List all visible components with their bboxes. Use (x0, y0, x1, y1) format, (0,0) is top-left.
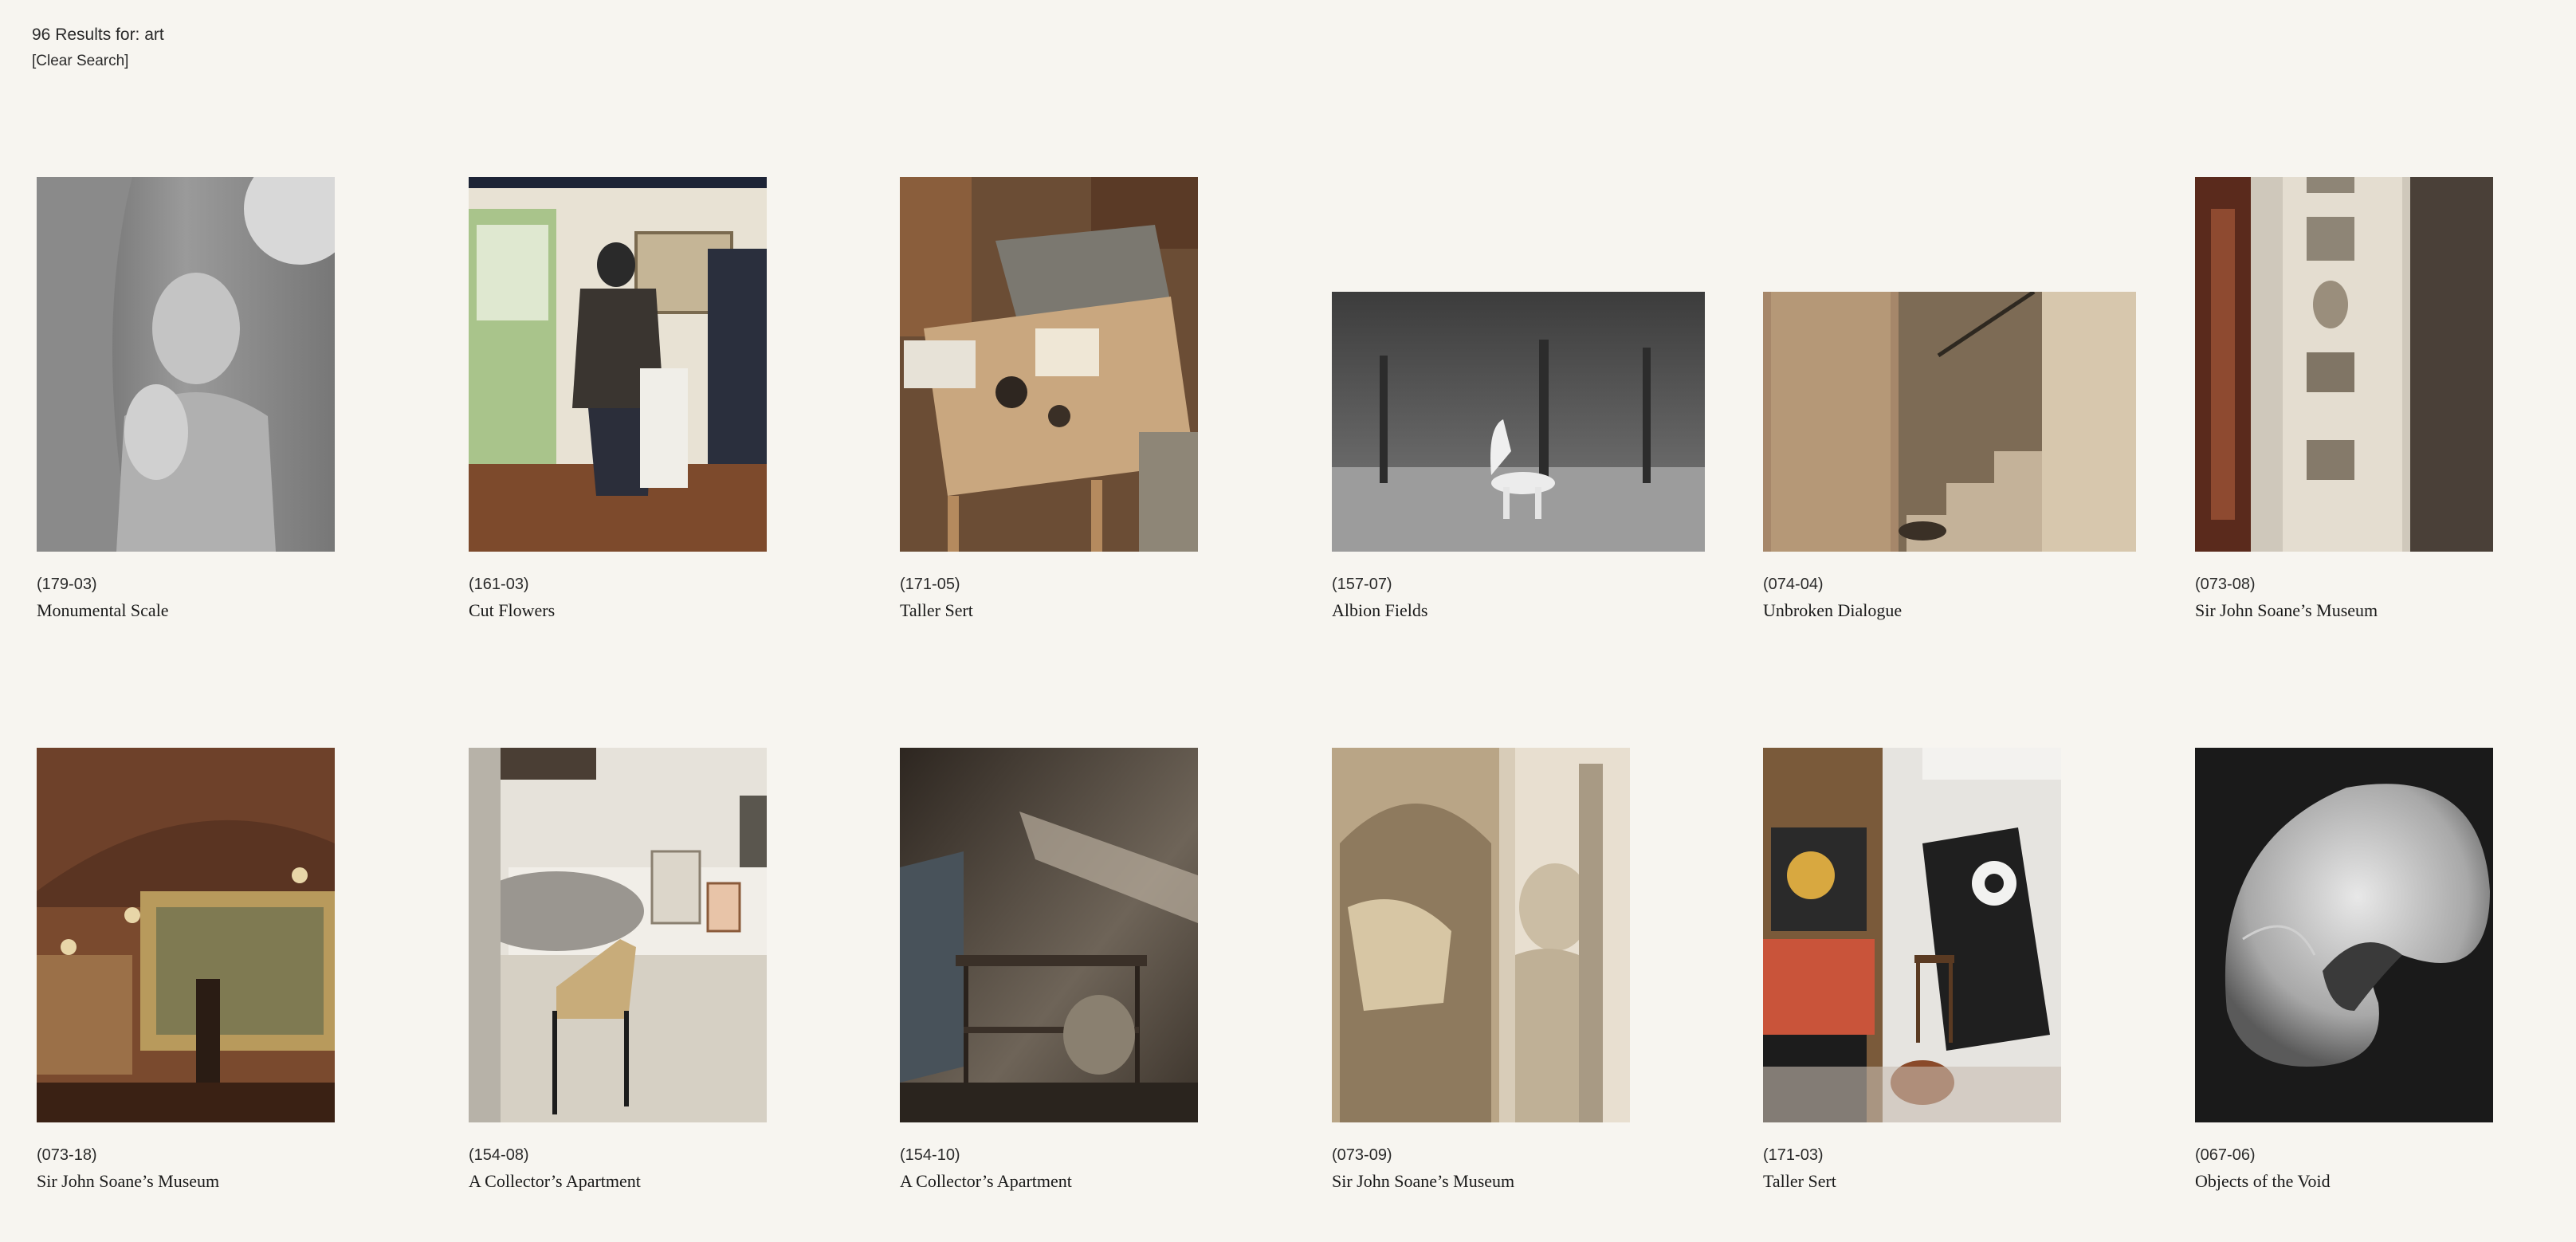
result-title[interactable]: Sir John Soane’s Museum (1332, 1170, 1706, 1193)
result-title[interactable]: Taller Sert (900, 599, 1274, 622)
result-code: (074-04) (1763, 576, 1824, 593)
result-code: (154-10) (900, 1146, 960, 1164)
result-thumbnail[interactable] (900, 748, 1198, 1122)
result-card[interactable]: (073-08) Sir John Soane’s Museum (2195, 177, 2570, 622)
result-code: (161-03) (469, 576, 529, 593)
result-thumbnail[interactable] (900, 177, 1198, 552)
result-title[interactable]: Unbroken Dialogue (1763, 599, 2138, 622)
result-title[interactable]: Sir John Soane’s Museum (37, 1170, 411, 1193)
result-code: (171-03) (1763, 1146, 1824, 1164)
result-thumbnail[interactable] (37, 177, 335, 552)
result-code: (154-08) (469, 1146, 529, 1164)
result-thumbnail[interactable] (1332, 748, 1630, 1122)
result-title[interactable]: Sir John Soane’s Museum (2195, 599, 2570, 622)
result-thumbnail[interactable] (1763, 292, 2136, 552)
result-card[interactable]: (074-04) Unbroken Dialogue (1763, 177, 2138, 622)
result-title[interactable]: A Collector’s Apartment (900, 1170, 1274, 1193)
result-code: (073-18) (37, 1146, 97, 1164)
results-count: 96 Results for: art (32, 26, 164, 44)
result-card[interactable]: (171-03) Taller Sert (1763, 748, 2138, 1193)
result-thumbnail[interactable] (469, 177, 767, 552)
result-thumbnail[interactable] (37, 748, 335, 1122)
clear-search-link[interactable]: [Clear Search] (32, 51, 128, 72)
result-card[interactable]: (154-10) A Collector’s Apartment (900, 748, 1274, 1193)
result-card[interactable]: (154-08) A Collector’s Apartment (469, 748, 843, 1193)
result-card[interactable]: (171-05) Taller Sert (900, 177, 1274, 622)
result-code: (171-05) (900, 576, 960, 593)
result-title[interactable]: A Collector’s Apartment (469, 1170, 843, 1193)
result-code: (179-03) (37, 576, 97, 593)
result-title[interactable]: Objects of the Void (2195, 1170, 2570, 1193)
result-thumbnail[interactable] (469, 748, 767, 1122)
result-card[interactable]: (161-03) Cut Flowers (469, 177, 843, 622)
result-card[interactable]: (073-09) Sir John Soane’s Museum (1332, 748, 1706, 1193)
result-thumbnail[interactable] (1332, 292, 1705, 552)
result-card[interactable]: (157-07) Albion Fields (1332, 177, 1706, 622)
result-title[interactable]: Monumental Scale (37, 599, 411, 622)
result-card[interactable]: (073-18) Sir John Soane’s Museum (37, 748, 411, 1193)
result-card[interactable]: (067-06) Objects of the Void (2195, 748, 2570, 1193)
result-title[interactable]: Albion Fields (1332, 599, 1706, 622)
result-title[interactable]: Cut Flowers (469, 599, 843, 622)
result-code: (157-07) (1332, 576, 1392, 593)
result-thumbnail[interactable] (1763, 748, 2061, 1122)
result-card[interactable]: (179-03) Monumental Scale (37, 177, 411, 622)
search-header: 96 Results for: art [Clear Search] (32, 24, 164, 72)
result-thumbnail[interactable] (2195, 177, 2493, 552)
result-title[interactable]: Taller Sert (1763, 1170, 2138, 1193)
result-code: (073-09) (1332, 1146, 1392, 1164)
result-code: (073-08) (2195, 576, 2256, 593)
result-thumbnail[interactable] (2195, 748, 2493, 1122)
search-results-page: 96 Results for: art [Clear Search] (179-… (0, 0, 2576, 1242)
result-code: (067-06) (2195, 1146, 2256, 1164)
